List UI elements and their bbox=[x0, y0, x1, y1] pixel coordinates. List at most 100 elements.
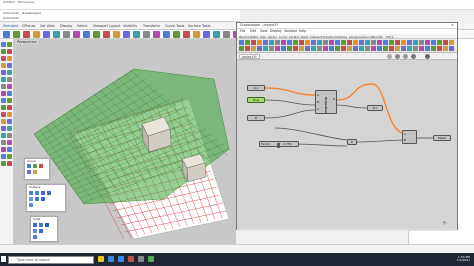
output-component[interactable]: A B bbox=[402, 130, 417, 144]
component-icon[interactable] bbox=[305, 40, 310, 45]
toolbar-tool-icon[interactable] bbox=[103, 31, 110, 38]
taskbar-clock[interactable]: 1:03 PM 7/1/2021 bbox=[448, 255, 470, 263]
sidebar-tool-icon[interactable] bbox=[7, 147, 12, 152]
tab-display[interactable]: Display bbox=[337, 35, 347, 39]
component-icon[interactable] bbox=[293, 46, 298, 51]
component-icon[interactable] bbox=[437, 46, 442, 51]
component-icon[interactable] bbox=[281, 40, 286, 45]
toolbar-tool-icon[interactable] bbox=[73, 31, 80, 38]
component-icon[interactable] bbox=[377, 40, 382, 45]
toolbar-tool-icon[interactable] bbox=[223, 31, 230, 38]
sidebar-tool-icon[interactable] bbox=[7, 70, 12, 75]
component-icon[interactable] bbox=[275, 40, 280, 45]
component-icon[interactable] bbox=[299, 46, 304, 51]
component-icon[interactable] bbox=[449, 46, 454, 51]
toolbar-tool-icon[interactable] bbox=[183, 31, 190, 38]
tab-sets[interactable]: Sets bbox=[260, 35, 266, 39]
component-icon[interactable] bbox=[347, 46, 352, 51]
tab-mesh[interactable]: Mesh bbox=[301, 35, 308, 39]
chrome-icon[interactable] bbox=[118, 256, 124, 262]
menu-edit[interactable]: Edit bbox=[250, 29, 256, 33]
component-icon[interactable] bbox=[245, 46, 250, 51]
surface-tool-icon[interactable] bbox=[29, 191, 33, 195]
toolbar-tool-icon[interactable] bbox=[123, 31, 130, 38]
sidebar-tool-icon[interactable] bbox=[1, 42, 6, 47]
component-icon[interactable] bbox=[389, 40, 394, 45]
wire[interactable] bbox=[356, 139, 408, 143]
sidebar-tool-icon[interactable] bbox=[7, 63, 12, 68]
sidebar-tool-icon[interactable] bbox=[1, 63, 6, 68]
tab-extra[interactable]: Extra bbox=[386, 35, 393, 39]
preview-icon[interactable] bbox=[403, 54, 408, 59]
menu-help[interactable]: Help bbox=[299, 29, 306, 33]
tab-maths[interactable]: Maths bbox=[250, 35, 258, 39]
sidebar-tool-icon[interactable] bbox=[1, 112, 6, 117]
toolbar-tool-icon[interactable] bbox=[143, 31, 150, 38]
component-icon[interactable] bbox=[359, 46, 364, 51]
component-icon[interactable] bbox=[347, 40, 352, 45]
close-icon[interactable]: ✕ bbox=[451, 23, 454, 27]
command-history[interactable]: Command: _Grasshopper Command: bbox=[0, 10, 240, 22]
toolbar-tool-icon[interactable] bbox=[203, 31, 210, 38]
tab-params[interactable]: Params bbox=[239, 35, 249, 39]
component-icon[interactable] bbox=[263, 46, 268, 51]
component-icon[interactable] bbox=[293, 40, 298, 45]
component-icon[interactable] bbox=[335, 40, 340, 45]
component-icon[interactable] bbox=[305, 46, 310, 51]
component-icon[interactable] bbox=[245, 40, 250, 45]
component-icon[interactable] bbox=[365, 40, 370, 45]
tab-cplanes[interactable]: CPlanes bbox=[22, 24, 35, 28]
component-icon[interactable] bbox=[401, 40, 406, 45]
sidebar-tool-icon[interactable] bbox=[7, 42, 12, 47]
component-icon[interactable] bbox=[449, 40, 454, 45]
component-icon[interactable] bbox=[281, 46, 286, 51]
toolbar-tool-icon[interactable] bbox=[53, 31, 60, 38]
sidebar-tool-icon[interactable] bbox=[1, 140, 6, 145]
sidebar-tool-icon[interactable] bbox=[7, 119, 12, 124]
sidebar-tool-icon[interactable] bbox=[1, 147, 6, 152]
file-explorer-icon[interactable] bbox=[98, 256, 104, 262]
toolbar-tool-icon[interactable] bbox=[153, 31, 160, 38]
sidebar-tool-icon[interactable] bbox=[7, 98, 12, 103]
component-icon[interactable] bbox=[431, 46, 436, 51]
wire-selected[interactable] bbox=[264, 87, 316, 96]
tab-wb[interactable]: Wb bbox=[378, 35, 383, 39]
component-icon[interactable] bbox=[341, 46, 346, 51]
surface-tool-icon[interactable] bbox=[29, 203, 33, 207]
sidebar-tool-icon[interactable] bbox=[7, 49, 12, 54]
curve-tool-icon[interactable] bbox=[39, 164, 43, 168]
sidebar-tool-icon[interactable] bbox=[1, 119, 6, 124]
solid-tool-icon[interactable] bbox=[45, 223, 49, 227]
curve-param[interactable]: Crv bbox=[247, 85, 265, 91]
component-icon[interactable] bbox=[251, 40, 256, 45]
menu-display[interactable]: Display bbox=[270, 29, 282, 33]
mesh-output-param[interactable]: Mesh bbox=[433, 135, 451, 141]
curve-tool-icon[interactable] bbox=[33, 170, 37, 174]
toolbar-tool-icon[interactable] bbox=[23, 31, 30, 38]
slider-knob[interactable] bbox=[277, 142, 280, 148]
zoom-icon[interactable] bbox=[387, 54, 392, 59]
sidebar-tool-icon[interactable] bbox=[1, 154, 6, 159]
surface-tool-icon[interactable] bbox=[47, 191, 51, 195]
sidebar-tool-icon[interactable] bbox=[1, 133, 6, 138]
tab-lunchbox[interactable]: LunchBox bbox=[364, 35, 378, 39]
sidebar-tool-icon[interactable] bbox=[1, 56, 6, 61]
toolbar-tool-icon[interactable] bbox=[193, 31, 200, 38]
toolbar-tool-icon[interactable] bbox=[63, 31, 70, 38]
sidebar-tool-icon[interactable] bbox=[1, 105, 6, 110]
grasshopper-canvas[interactable]: Crv True D A B C Projection P Srv Factor… bbox=[237, 60, 457, 229]
component-icon[interactable] bbox=[413, 46, 418, 51]
component-icon[interactable] bbox=[359, 40, 364, 45]
factor-slider[interactable]: Factor 0.750 bbox=[259, 141, 299, 148]
component-icon[interactable] bbox=[317, 46, 322, 51]
component-icon[interactable] bbox=[269, 46, 274, 51]
component-icon[interactable] bbox=[365, 46, 370, 51]
tab-display[interactable]: Display bbox=[60, 24, 73, 28]
component-icon[interactable] bbox=[311, 46, 316, 51]
tab-kangaroo2[interactable]: Kangaroo2 bbox=[349, 35, 364, 39]
component-icon[interactable] bbox=[251, 46, 256, 51]
component-icon[interactable] bbox=[311, 40, 316, 45]
navigation-icon[interactable]: ◴ bbox=[443, 220, 447, 225]
tab-standard[interactable]: Standard bbox=[3, 24, 18, 28]
component-icon[interactable] bbox=[377, 46, 382, 51]
